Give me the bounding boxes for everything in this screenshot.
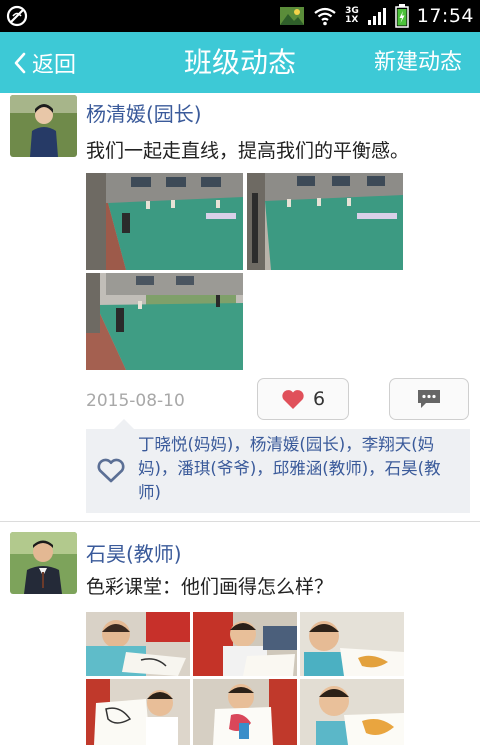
post-photo[interactable]	[86, 273, 243, 370]
post-author[interactable]: 石昊(教师)	[86, 538, 182, 567]
battery-charging-icon	[394, 4, 409, 28]
post-text: 我们一起走直线，提高我们的平衡感。	[86, 140, 410, 162]
heart-icon	[282, 389, 304, 409]
post-photo[interactable]	[193, 679, 297, 745]
likes-panel: 丁晓悦(妈妈)，杨清媛(园长)，李翔天(妈妈)，潘琪(爷爷)，邱雅涵(教师)，石…	[86, 419, 470, 513]
post-card: 石昊(教师) 色彩课堂：他们画得怎么样？	[0, 522, 480, 745]
post-photo[interactable]	[86, 612, 190, 676]
title-bar: 返回 班级动态 新建动态	[0, 32, 480, 93]
signal-icon	[367, 8, 386, 25]
network-bottom-label: 1X	[345, 15, 359, 25]
status-bar: 3G 1X 17:54	[0, 0, 480, 32]
avatar[interactable]	[10, 95, 77, 157]
post-photo[interactable]	[193, 612, 297, 676]
post-date: 2015-08-10	[86, 391, 185, 411]
post-photo[interactable]	[300, 679, 404, 745]
post-card: 杨清媛(园长) 我们一起走直线，提高我们的平衡感。 2015-08-10 6 丁…	[0, 93, 480, 521]
post-photo[interactable]	[300, 612, 404, 676]
network-type: 3G 1X	[345, 7, 359, 25]
clock: 17:54	[416, 5, 474, 27]
post-text: 色彩课堂：他们画得怎么样？	[86, 576, 334, 598]
blocked-icon	[6, 5, 28, 27]
post-photo[interactable]	[86, 173, 243, 270]
new-post-button[interactable]: 新建动态	[374, 32, 462, 93]
avatar[interactable]	[10, 532, 77, 594]
post-photo[interactable]	[247, 173, 403, 270]
photo-notification-icon	[280, 7, 305, 25]
comment-icon	[418, 390, 440, 408]
heart-outline-icon	[97, 458, 125, 483]
wifi-icon	[314, 7, 336, 26]
post-photo[interactable]	[86, 679, 190, 745]
like-button[interactable]: 6	[257, 378, 349, 420]
like-count: 6	[312, 388, 326, 410]
post-author[interactable]: 杨清媛(园长)	[86, 98, 202, 127]
comment-button[interactable]	[389, 378, 469, 420]
likers-list[interactable]: 丁晓悦(妈妈)，杨清媛(园长)，李翔天(妈妈)，潘琪(爷爷)，邱雅涵(教师)，石…	[138, 433, 460, 505]
